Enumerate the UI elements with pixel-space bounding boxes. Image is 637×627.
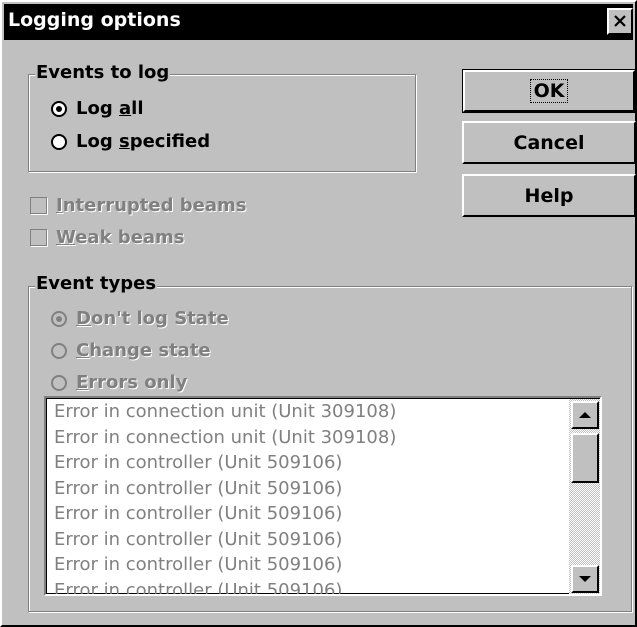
radio-change-state[interactable]: Change state (51, 340, 211, 361)
arrow-down-icon (579, 576, 591, 582)
radio-selected-dot (56, 315, 62, 322)
logging-options-dialog: Logging options Events to log Log all Lo… (0, 0, 637, 627)
help-button[interactable]: Help (462, 174, 636, 217)
title-bar[interactable]: Logging options (4, 4, 633, 40)
radio-log-all[interactable]: Log all (51, 98, 144, 119)
list-item[interactable]: Error in controller (Unit 509106) (47, 578, 561, 595)
radio-errors-only[interactable]: Errors only (51, 372, 187, 393)
arrow-up-icon (579, 412, 591, 418)
checkbox-interrupted-beams[interactable]: Interrupted beams (30, 195, 246, 216)
radio-selected-dot (56, 105, 62, 112)
checkbox-icon (30, 229, 47, 246)
dialog-title: Logging options (8, 9, 181, 31)
radio-button-icon (51, 100, 67, 117)
error-listbox[interactable]: Error in connection unit (Unit 309108) E… (44, 396, 602, 596)
error-list-items: Error in connection unit (Unit 309108) E… (47, 399, 561, 595)
scroll-up-button[interactable] (571, 401, 599, 429)
radio-log-specified[interactable]: Log specified (51, 131, 210, 152)
event-types-label: Event types (35, 273, 158, 294)
cancel-button[interactable]: Cancel (462, 121, 636, 164)
vertical-scrollbar[interactable] (569, 399, 600, 594)
checkbox-weak-beams[interactable]: Weak beams (30, 227, 185, 248)
radio-button-icon (51, 133, 67, 150)
list-item[interactable]: Error in controller (Unit 509106) (47, 552, 561, 578)
list-item[interactable]: Error in controller (Unit 509106) (47, 527, 561, 553)
close-button[interactable] (607, 8, 633, 35)
list-item[interactable]: Error in controller (Unit 509106) (47, 476, 561, 502)
list-item[interactable]: Error in connection unit (Unit 309108) (47, 425, 561, 451)
radio-dont-log-state[interactable]: Don't log State (51, 308, 229, 329)
radio-button-icon (51, 374, 67, 391)
radio-button-icon (51, 342, 67, 359)
events-to-log-group (28, 74, 416, 172)
scroll-down-button[interactable] (571, 565, 599, 593)
checkbox-icon (30, 197, 47, 214)
close-icon (614, 15, 626, 27)
list-item[interactable]: Error in controller (Unit 509106) (47, 450, 561, 476)
list-item[interactable]: Error in controller (Unit 509106) (47, 501, 561, 527)
list-item[interactable]: Error in connection unit (Unit 309108) (47, 399, 561, 425)
ok-button[interactable]: OK (462, 69, 636, 113)
scroll-thumb[interactable] (571, 433, 599, 483)
radio-button-icon (51, 310, 67, 327)
events-to-log-label: Events to log (35, 62, 171, 83)
